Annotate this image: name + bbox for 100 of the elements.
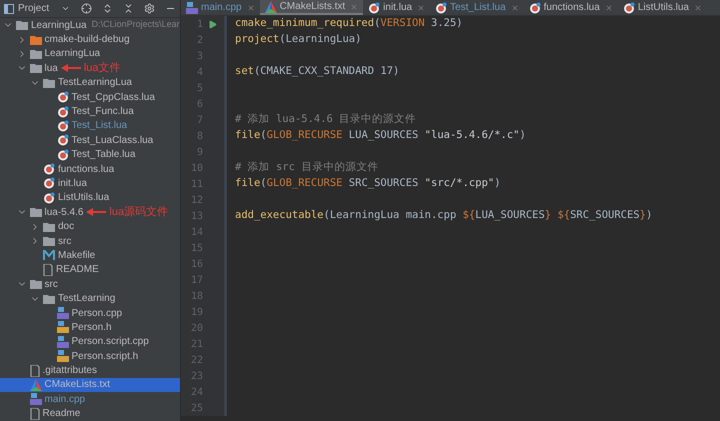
header-file-icon <box>56 321 68 334</box>
tree-item-label: TestLearning <box>58 292 116 306</box>
tree-item[interactable]: Test_List.lua <box>0 118 180 134</box>
tree-item-label: main.cpp <box>44 392 86 407</box>
code-line: # 添加 lua-5.4.6 目录中的源文件 <box>235 112 416 128</box>
cmake-file-icon <box>264 0 277 12</box>
tree-item[interactable]: LearningLua D:\CLionProjects\Lear <box>0 18 180 32</box>
annotation-arrow <box>86 208 106 216</box>
editor-tab[interactable]: CMakeLists.txt <box>260 0 364 15</box>
folder-icon <box>43 222 55 232</box>
header-file-icon <box>56 350 68 362</box>
panel-icon <box>4 4 14 14</box>
close-icon[interactable] <box>350 2 358 10</box>
close-icon[interactable] <box>604 4 613 12</box>
tree-item[interactable]: Test_CppClass.lua <box>0 90 180 104</box>
lua-file-icon <box>56 120 68 132</box>
code-line: file(GLOB_RECURSE SRC_SOURCES "src/*.cpp") <box>235 176 501 192</box>
tree-item-label: init.lua <box>58 177 87 191</box>
text-file-icon <box>30 408 40 420</box>
lua-file-icon <box>528 2 541 14</box>
tree-item-label: doc <box>58 220 74 234</box>
tree-item[interactable]: LearningLua <box>0 46 180 62</box>
annotation-arrow <box>60 64 81 72</box>
tree-item[interactable]: Test_LuaClass.lua <box>0 133 180 148</box>
code-line: project(LearningLua) <box>235 32 362 48</box>
lua-file-icon <box>43 177 55 190</box>
makefile-icon <box>43 250 55 260</box>
folder-icon <box>30 48 42 59</box>
tree-item[interactable]: Person.h <box>0 320 180 335</box>
tree-item[interactable]: Person.cpp <box>0 306 180 320</box>
close-icon[interactable] <box>246 4 255 12</box>
editor-tab[interactable]: functions.lua <box>524 0 618 15</box>
tree-item-label: CMakeLists.txt <box>44 378 110 392</box>
cmake-file-icon <box>30 378 42 391</box>
lua-file-icon <box>56 106 68 118</box>
close-icon[interactable] <box>417 4 426 12</box>
annotation-label: lua源码文件 <box>109 204 168 220</box>
tree-item[interactable]: Readme <box>0 406 180 421</box>
run-icon[interactable] <box>208 20 216 28</box>
folder-icon <box>30 63 42 74</box>
tree-item-label: src <box>44 278 58 292</box>
close-icon[interactable] <box>694 4 702 12</box>
code-line: add_executable(LearningLua main.cpp ${LUA_SOURCES} ${SRC_SOURCES}) <box>235 208 652 224</box>
editor-tab[interactable]: ListUtils.lua <box>618 0 707 15</box>
project-view-dropdown[interactable]: Project <box>4 1 70 16</box>
tree-item[interactable]: TestLearning <box>0 291 180 306</box>
lua-file-icon <box>56 91 68 104</box>
lua-file-icon <box>622 2 635 14</box>
tree-item-label: Test_List.lua <box>72 119 128 134</box>
cpp-file-icon <box>56 307 68 319</box>
tree-item[interactable]: init.lua <box>0 176 180 191</box>
code-line: cmake_minimum_required(VERSION 3.25) <box>235 16 463 32</box>
tree-item-label: Person.h <box>72 320 112 335</box>
tree-item-label: cmake-build-debug <box>44 33 130 48</box>
folder-icon <box>43 236 55 246</box>
tree-item[interactable]: functions.lua <box>0 162 180 176</box>
tree-item[interactable]: Test_Table.lua <box>0 148 180 162</box>
text-file-icon <box>30 364 40 377</box>
tree-item[interactable]: ListUtils.lua <box>0 190 180 206</box>
tree-item[interactable]: main.cpp <box>0 392 180 407</box>
folder-icon <box>30 34 42 45</box>
tree-item-label: README <box>56 263 99 278</box>
tree-item-label: Test_CppClass.lua <box>72 90 155 105</box>
tree-item-label: src <box>58 234 72 249</box>
text-file-icon <box>43 264 53 276</box>
tree-item[interactable]: lua-5.4.6 lua源码文件 <box>0 205 180 220</box>
tree-item[interactable]: cmake-build-debug <box>0 32 180 47</box>
tree-item[interactable]: src <box>0 234 180 248</box>
tree-item[interactable]: Makefile <box>0 248 180 263</box>
tree-item[interactable]: src <box>0 277 180 292</box>
lua-file-icon <box>43 192 55 204</box>
tree-item-label: lua <box>44 62 58 76</box>
folder-icon <box>43 78 55 88</box>
editor-tab[interactable]: Test_List.lua <box>430 0 524 15</box>
tree-item-label: ListUtils.lua <box>58 191 110 206</box>
tree-item-label: LearningLua <box>31 18 87 33</box>
tree-item[interactable]: doc <box>0 219 180 234</box>
settings-icon[interactable] <box>144 3 155 14</box>
folder-icon <box>30 207 42 218</box>
tree-item-label: Person.cpp <box>72 306 122 321</box>
cpp-file-icon <box>56 336 68 348</box>
tree-item[interactable]: Person.script.cpp <box>0 334 180 349</box>
folder-icon <box>16 20 28 30</box>
tree-item-label: Person.script.cpp <box>72 335 149 350</box>
editor-tab[interactable]: main.cpp <box>181 0 260 15</box>
tree-item-label: lua-5.4.6 <box>44 206 84 220</box>
tree-item[interactable]: lua lua文件 <box>0 61 180 76</box>
cpp-file-icon <box>186 2 198 14</box>
tree-item[interactable]: Test_Func.lua <box>0 104 180 119</box>
folder-icon <box>43 294 55 304</box>
lua-file-icon <box>43 163 55 176</box>
tree-item[interactable]: CMakeLists.txt <box>0 378 180 392</box>
tree-item[interactable]: TestLearningLua <box>0 76 180 90</box>
tree-item[interactable]: .gitattributes <box>0 363 180 378</box>
tree-item[interactable]: README <box>0 262 180 278</box>
editor-tab[interactable]: init.lua <box>363 0 430 15</box>
close-icon[interactable] <box>510 4 519 12</box>
crosshair-icon[interactable] <box>81 3 92 14</box>
tree-item[interactable]: Person.script.h <box>0 348 180 364</box>
tree-item-label: Readme <box>42 407 80 421</box>
